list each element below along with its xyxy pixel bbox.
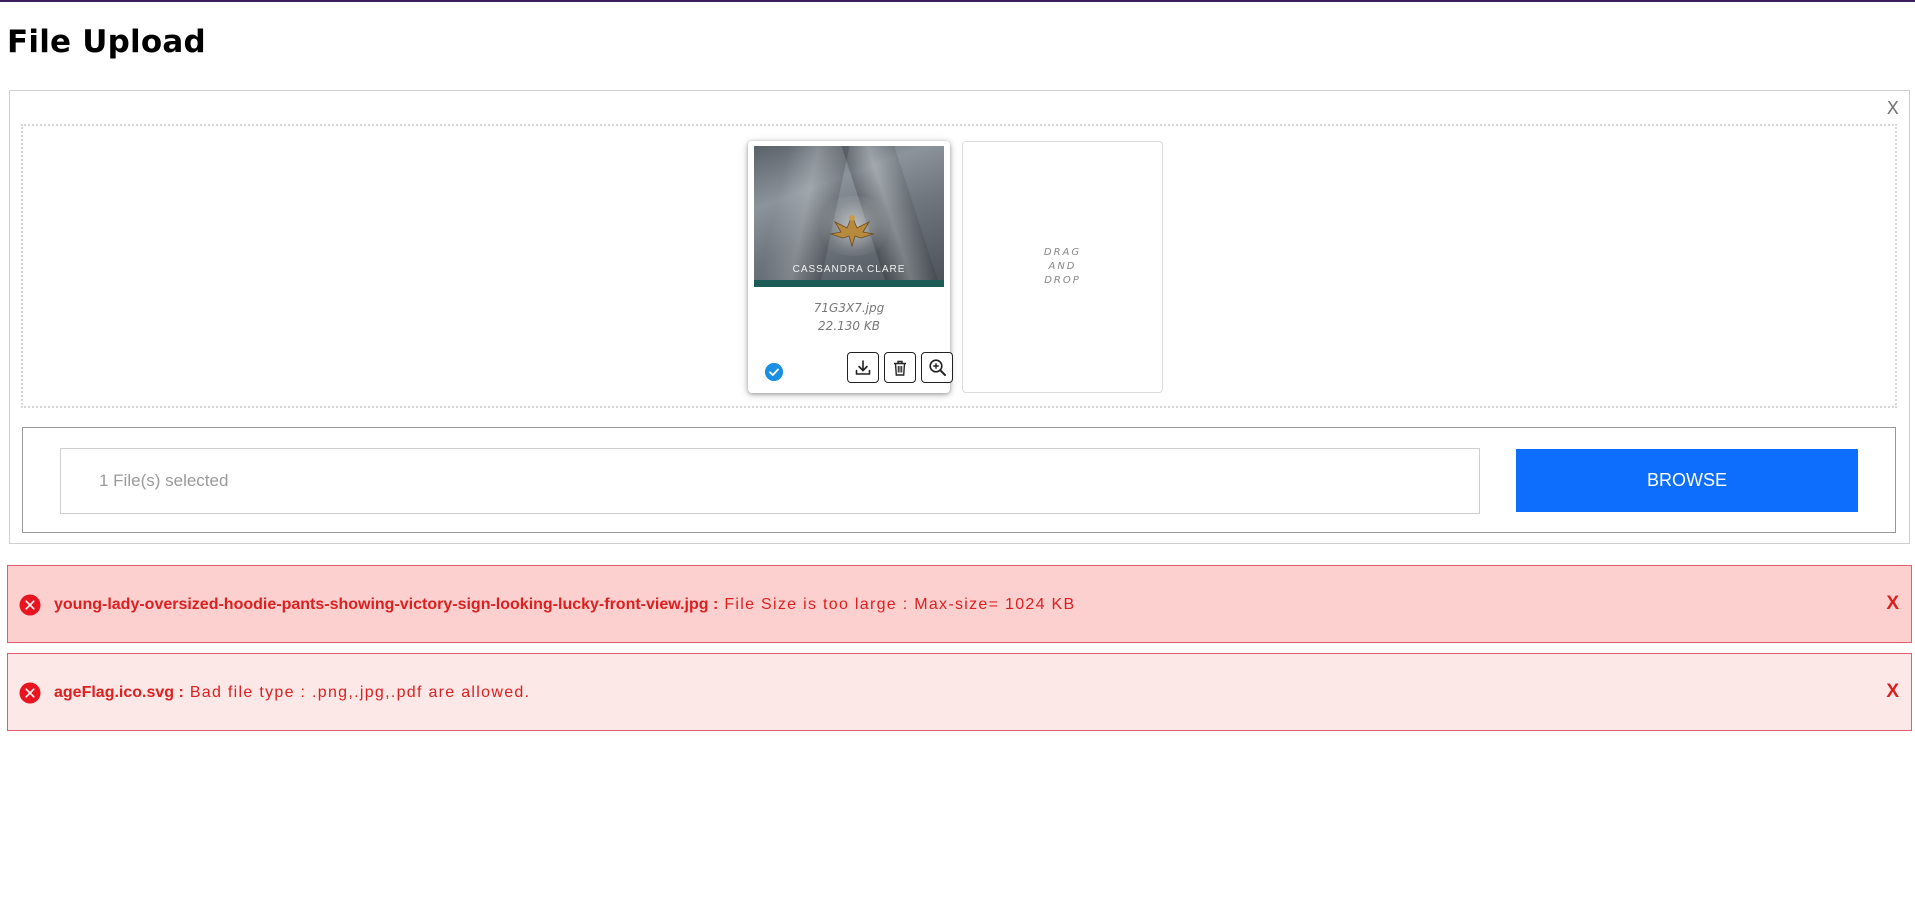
drag-and-drop-card[interactable]: DRAG AND DROP: [962, 141, 1163, 393]
panel-close-button[interactable]: X: [1887, 99, 1899, 119]
zoom-in-icon: [928, 359, 946, 376]
zoom-button[interactable]: [921, 352, 953, 383]
alert-text: ageFlag.ico.svg : Bad file type : .png,.j…: [54, 682, 530, 704]
error-alert: young-lady-oversized-hoodie-pants-showin…: [7, 565, 1912, 643]
file-thumbnail[interactable]: CASSANDRA CLARE: [754, 146, 944, 287]
angel-emblem-icon: [829, 214, 875, 248]
alert-text: young-lady-oversized-hoodie-pants-showin…: [54, 594, 1076, 616]
delete-button[interactable]: [884, 352, 916, 383]
browse-button[interactable]: BROWSE: [1516, 449, 1858, 512]
drop-zone[interactable]: [21, 124, 1897, 408]
file-size: 22.130 KB: [818, 319, 880, 333]
error-circle-icon: [19, 682, 41, 704]
alert-message: Bad file type : .png,.jpg,.pdf are allow…: [189, 684, 531, 701]
thumbnail-title-strip: [754, 280, 944, 287]
error-circle-icon: [19, 594, 41, 616]
alert-close-button[interactable]: X: [1886, 593, 1899, 615]
check-circle-icon: [765, 363, 783, 381]
download-button[interactable]: [847, 352, 879, 383]
selected-files-field[interactable]: 1 File(s) selected: [60, 448, 1480, 514]
alert-file-name: young-lady-oversized-hoodie-pants-showin…: [54, 596, 719, 613]
alert-message: File Size is too large : Max-size= 1024 …: [724, 596, 1076, 613]
file-meta: 71G3X7.jpg 22.130 KB: [748, 299, 950, 335]
thumbnail-author-text: CASSANDRA CLARE: [792, 264, 906, 275]
file-preview-card: CASSANDRA CLARE 71G3X7.jpg 22.130 KB: [748, 141, 953, 393]
drag-and-drop-label: DRAG AND DROP: [1043, 247, 1082, 286]
trash-icon: [894, 360, 906, 376]
download-icon: [855, 359, 871, 375]
upload-panel: X CASSANDRA CLARE 71G3X7.jpg 22.130 KB D…: [9, 90, 1910, 544]
page-title: File Upload: [7, 24, 206, 60]
file-name: 71G3X7.jpg: [813, 301, 885, 315]
alert-file-name: ageFlag.ico.svg :: [54, 684, 184, 701]
error-alert: ageFlag.ico.svg : Bad file type : .png,.j…: [7, 653, 1912, 731]
top-accent-bar: [0, 0, 1915, 2]
alert-close-button[interactable]: X: [1886, 681, 1899, 703]
file-select-box: 1 File(s) selected BROWSE: [22, 427, 1896, 533]
